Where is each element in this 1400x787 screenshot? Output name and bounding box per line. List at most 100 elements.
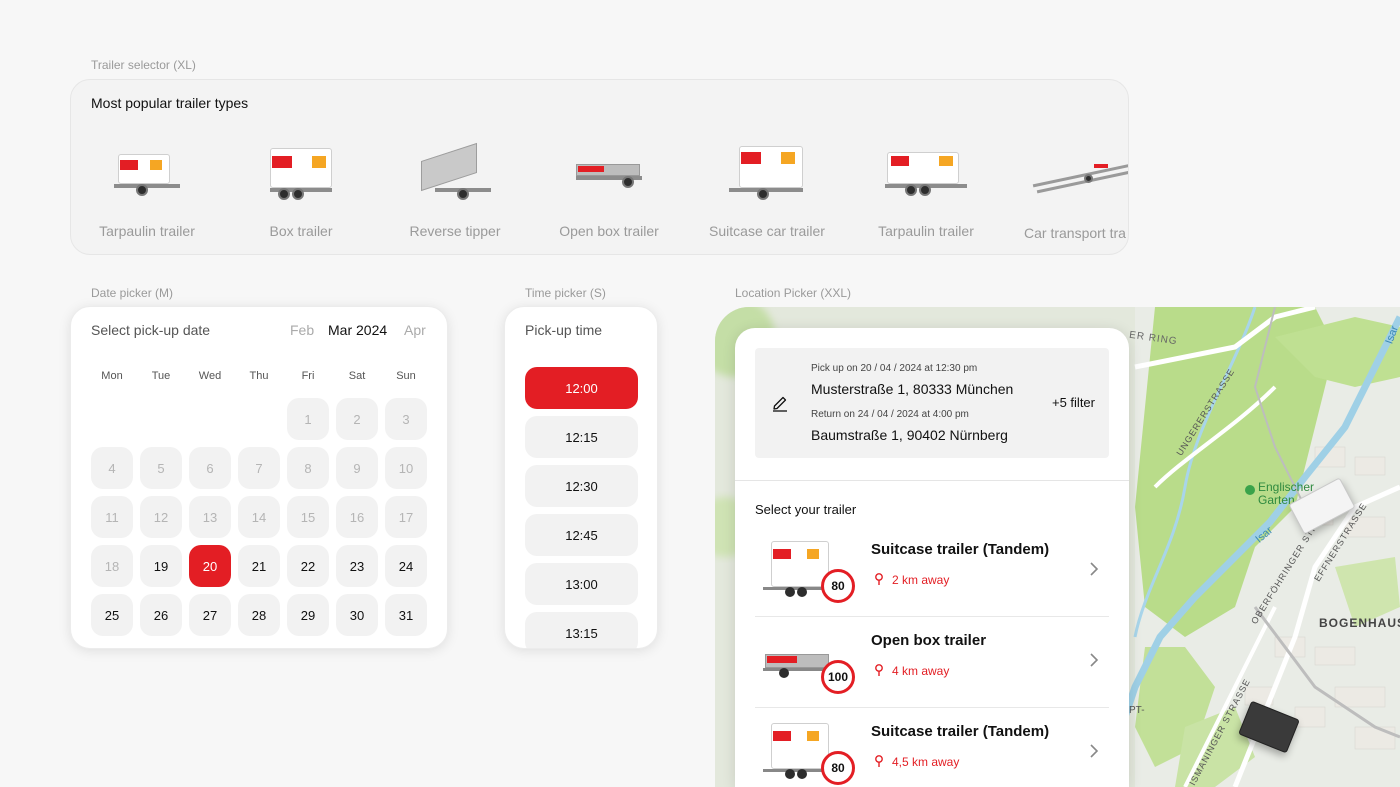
trailer-type-reverse-tipper[interactable]: Reverse tipper [380,130,530,250]
calendar-day[interactable]: 30 [336,594,378,636]
trailer-thumbnail: 80 [761,719,855,787]
trailer-name: Suitcase trailer (Tandem) [871,541,1050,558]
date-picker-section-label: Date picker (M) [91,286,174,300]
speed-limit-badge: 80 [821,569,855,603]
calendar-day[interactable]: 23 [336,545,378,587]
time-slot[interactable]: 13:15 [525,612,638,648]
edit-icon[interactable] [771,395,789,413]
trailer-type-label: Reverse tipper [409,223,501,239]
divider [735,480,1129,481]
chevron-right-icon [1090,744,1099,758]
trailer-type-label: Box trailer [269,223,333,239]
calendar-day: 16 [336,496,378,538]
box-trailer-image [226,138,376,210]
trailer-name: Open box trailer [871,632,987,649]
weekday-label: Sun [396,370,416,382]
calendar-day[interactable]: 31 [385,594,427,636]
weekday-label: Fri [301,370,315,382]
calendar-day: 18 [91,545,133,587]
trailer-type-label: Tarpaulin trailer [99,223,195,239]
trailer-type-box[interactable]: Box trailer [226,130,376,250]
car-transport-trailer-image [1014,138,1128,210]
calendar-day[interactable]: 27 [189,594,231,636]
pickup-address: Musterstraße 1, 80333 München [811,381,1014,397]
calendar-day: 3 [385,398,427,440]
calendar-day[interactable]: 19 [140,545,182,587]
trailer-type-tarpaulin[interactable]: Tarpaulin trailer [72,130,222,250]
return-address: Baumstraße 1, 90402 Nürnberg [811,427,1008,443]
calendar-day[interactable]: 21 [238,545,280,587]
trailer-selector-section-label: Trailer selector (XL) [91,58,196,72]
current-month-label: Mar 2024 [328,322,388,338]
trailer-result-item[interactable]: 80 Suitcase trailer (Tandem) 4,5 km away [755,709,1109,787]
trailer-distance: 2 km away [892,573,950,587]
trailer-selector: Most popular trailer types Tarpaulin tra… [70,79,1129,255]
calendar-day: 1 [287,398,329,440]
return-info: Return on 24 / 04 / 2024 at 4:00 pm [811,409,969,420]
calendar-day: 14 [238,496,280,538]
trailer-distance: 4,5 km away [892,755,960,769]
calendar-day: 15 [287,496,329,538]
location-picker: Pick up on 20 / 04 / 2024 at 12:30 pm Mu… [735,328,1129,787]
suitcase-car-trailer-image [692,138,842,210]
tarpaulin-trailer-image [72,138,222,210]
calendar-day: 8 [287,447,329,489]
location-pin-icon [875,664,883,676]
prev-month-button[interactable]: Feb [290,322,314,338]
calendar-day: 13 [189,496,231,538]
calendar-day[interactable]: 20 [189,545,231,587]
calendar-day: 4 [91,447,133,489]
time-slot[interactable]: 12:30 [525,465,638,507]
trailer-thumbnail: 100 [761,628,855,698]
time-picker-title: Pick-up time [525,322,603,338]
rental-summary[interactable]: Pick up on 20 / 04 / 2024 at 12:30 pm Mu… [755,348,1109,458]
location-pin-icon [875,755,883,767]
location-picker-section-label: Location Picker (XXL) [735,286,852,300]
chevron-right-icon [1090,653,1099,667]
calendar-day: 11 [91,496,133,538]
calendar-day[interactable]: 29 [287,594,329,636]
reverse-tipper-image [380,138,530,210]
calendar-day: 5 [140,447,182,489]
tarpaulin-trailer-image [851,138,1001,210]
trailer-type-suitcase-car[interactable]: Suitcase car trailer [692,130,842,250]
divider [755,616,1109,617]
calendar-day[interactable]: 26 [140,594,182,636]
calendar-day[interactable]: 25 [91,594,133,636]
speed-limit-badge: 100 [821,660,855,694]
trailer-result-item[interactable]: 100 Open box trailer 4 km away [755,618,1109,708]
trailer-result-item[interactable]: 80 Suitcase trailer (Tandem) 2 km away [755,527,1109,617]
weekday-label: Mon [101,370,123,382]
map-label-bogenhausen: BOGENHAUS [1319,616,1400,630]
map-label-pt: PT- [1129,705,1145,716]
time-slot[interactable]: 12:00 [525,367,638,409]
calendar-day: 7 [238,447,280,489]
trailer-type-label: Car transport tra [1024,225,1126,241]
trailer-type-open-box[interactable]: Open box trailer [534,130,684,250]
trailer-type-label: Tarpaulin trailer [878,223,974,239]
time-slot[interactable]: 12:15 [525,416,638,458]
trailer-type-tarpaulin-2[interactable]: Tarpaulin trailer [851,130,1001,250]
trailer-type-car-transport[interactable]: Car transport tra [1014,130,1128,250]
calendar-day: 2 [336,398,378,440]
weekday-label: Sat [348,370,366,382]
time-slot[interactable]: 12:45 [525,514,638,556]
calendar-day: 9 [336,447,378,489]
filter-button[interactable]: +5 filter [1052,395,1095,410]
time-picker: Pick-up time 12:00 12:15 12:30 12:45 13:00 13… [504,306,658,649]
calendar-day: 10 [385,447,427,489]
trailer-selector-title: Most popular trailer types [91,95,249,111]
time-slot[interactable]: 13:00 [525,563,638,605]
divider [755,707,1109,708]
weekday-label: Wed [198,370,222,382]
select-trailer-title: Select your trailer [755,502,857,517]
next-month-button[interactable]: Apr [404,322,426,338]
location-pin-icon [875,573,883,585]
calendar-day[interactable]: 28 [238,594,280,636]
trailer-type-label: Suitcase car trailer [709,223,825,239]
park-marker-icon[interactable] [1245,485,1255,495]
weekday-label: Thu [249,370,269,382]
calendar-day[interactable]: 22 [287,545,329,587]
calendar-day[interactable]: 24 [385,545,427,587]
trailer-name: Suitcase trailer (Tandem) [871,723,1050,740]
